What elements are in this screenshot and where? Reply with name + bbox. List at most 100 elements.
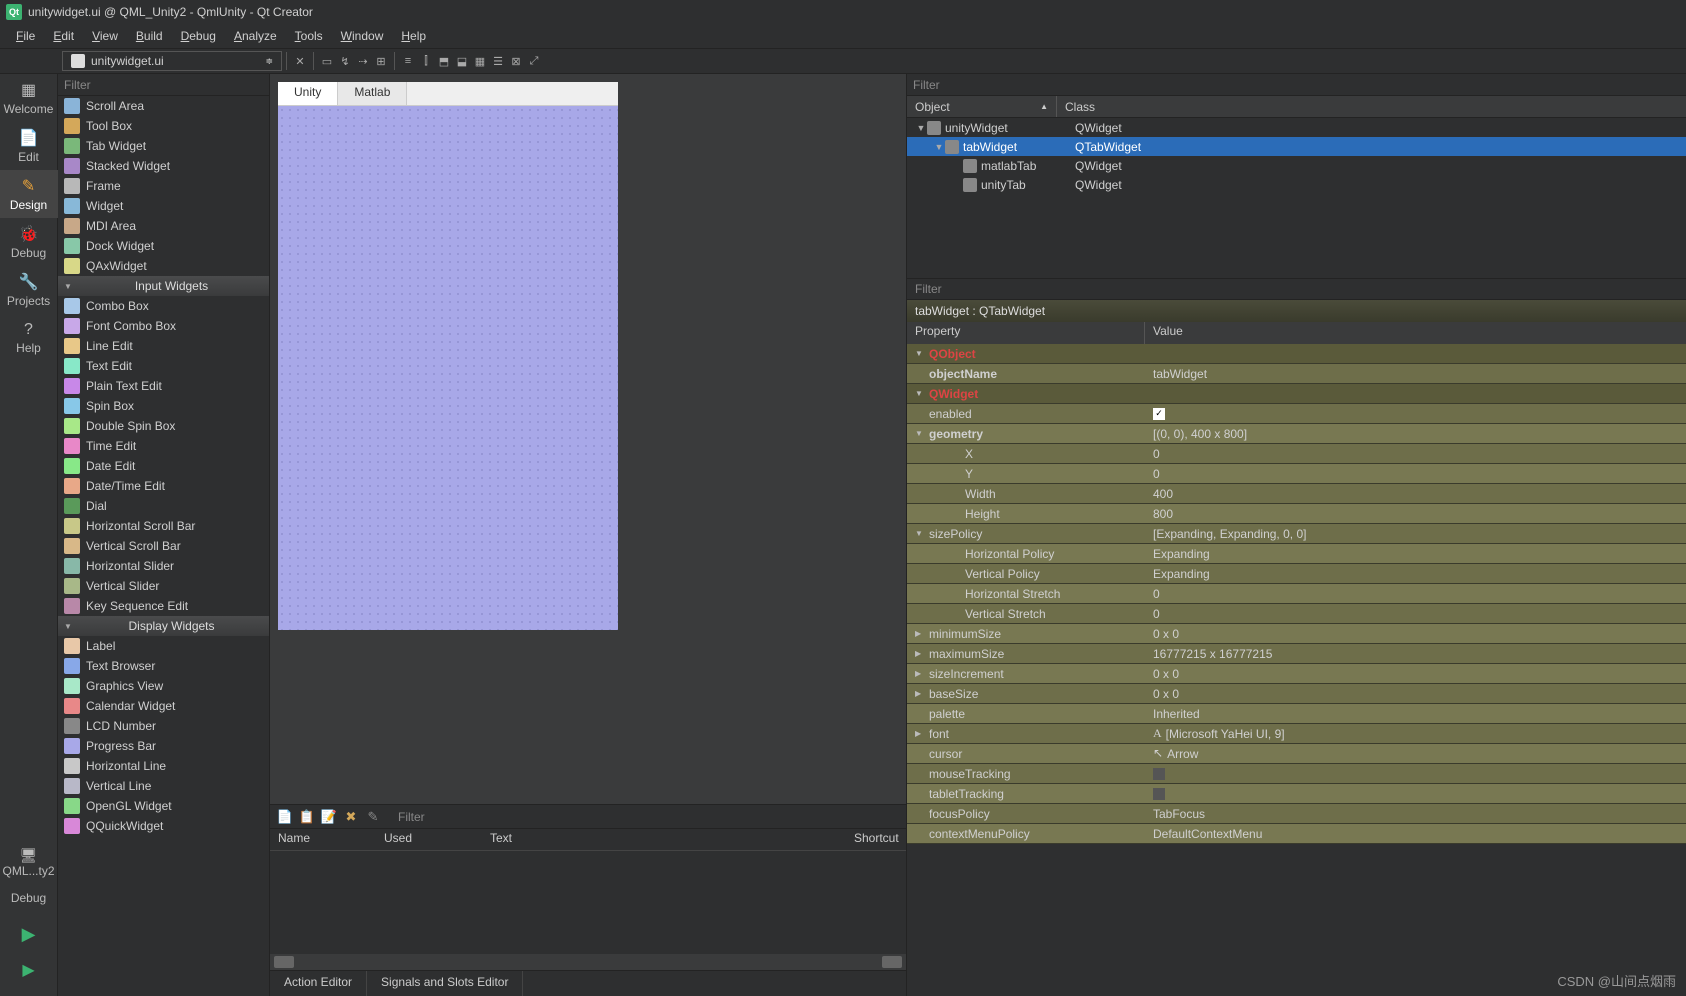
menu-window[interactable]: Window <box>333 26 392 46</box>
object-tree[interactable]: ▼unityWidgetQWidget▼tabWidgetQTabWidgetm… <box>907 118 1686 278</box>
widgetbox-category[interactable]: Display Widgets <box>58 616 269 636</box>
menu-edit[interactable]: Edit <box>45 26 82 46</box>
widgetbox-item[interactable]: Plain Text Edit <box>58 376 269 396</box>
signals-col[interactable]: Used <box>376 829 482 850</box>
widgetbox-item[interactable]: Graphics View <box>58 676 269 696</box>
edit-widgets-icon[interactable]: ▭ <box>318 52 336 70</box>
widgetbox-item[interactable]: Stacked Widget <box>58 156 269 176</box>
property-row[interactable]: cursor↖ Arrow <box>907 744 1686 764</box>
paste-action-icon[interactable]: 📝 <box>320 808 338 826</box>
widgetbox-item[interactable]: Text Edit <box>58 356 269 376</box>
widgetbox-item[interactable]: Double Spin Box <box>58 416 269 436</box>
menu-file[interactable]: File <box>8 26 43 46</box>
property-row[interactable]: Y0 <box>907 464 1686 484</box>
build-mode[interactable]: Debug <box>11 880 46 916</box>
widgetbox-item[interactable]: Vertical Line <box>58 776 269 796</box>
layout-form-icon[interactable]: ☰ <box>489 52 507 70</box>
widgetbox-item[interactable]: Widget <box>58 196 269 216</box>
property-row[interactable]: Vertical PolicyExpanding <box>907 564 1686 584</box>
property-row[interactable]: enabled✓ <box>907 404 1686 424</box>
edit-buddies-icon[interactable]: ⇢ <box>354 52 372 70</box>
break-layout-icon[interactable]: ⊠ <box>507 52 525 70</box>
sidebar-projects[interactable]: 🔧Projects <box>0 266 58 314</box>
widgetbox-item[interactable]: Key Sequence Edit <box>58 596 269 616</box>
widgetbox-item[interactable]: Horizontal Scroll Bar <box>58 516 269 536</box>
property-row[interactable]: contextMenuPolicyDefaultContextMenu <box>907 824 1686 844</box>
copy-action-icon[interactable]: 📋 <box>298 808 316 826</box>
property-row[interactable]: X0 <box>907 444 1686 464</box>
object-tree-row[interactable]: unityTabQWidget <box>907 175 1686 194</box>
kit-selector[interactable]: 🖥 QML...ty2 <box>2 844 54 880</box>
obj-header-class[interactable]: Class <box>1057 96 1103 117</box>
widgetbox-item[interactable]: Calendar Widget <box>58 696 269 716</box>
widgetbox-item[interactable]: Time Edit <box>58 436 269 456</box>
widgetbox-item[interactable]: Label <box>58 636 269 656</box>
edit-signals-icon[interactable]: ↯ <box>336 52 354 70</box>
signals-col[interactable]: Shortcut <box>846 829 906 850</box>
property-row[interactable]: ▼sizePolicy[Expanding, Expanding, 0, 0] <box>907 524 1686 544</box>
close-file-button[interactable]: ✕ <box>291 52 309 70</box>
sidebar-design[interactable]: ✎Design <box>0 170 58 218</box>
tab-signals-editor[interactable]: Signals and Slots Editor <box>367 971 523 996</box>
layout-vsplit-icon[interactable]: ⬓ <box>453 52 471 70</box>
property-row[interactable]: Vertical Stretch0 <box>907 604 1686 624</box>
sidebar-debug[interactable]: 🐞Debug <box>0 218 58 266</box>
widgetbox-category[interactable]: Input Widgets <box>58 276 269 296</box>
property-row[interactable]: ▼QWidget <box>907 384 1686 404</box>
menu-view[interactable]: View <box>84 26 126 46</box>
action-table[interactable] <box>270 850 906 970</box>
signals-col[interactable]: Text <box>482 829 588 850</box>
widgetbox-item[interactable]: Dial <box>58 496 269 516</box>
tab-action-editor[interactable]: Action Editor <box>270 971 367 996</box>
widgetbox-item[interactable]: Scroll Area <box>58 96 269 116</box>
widgetbox-item[interactable]: QQuickWidget <box>58 816 269 836</box>
hscrollbar[interactable] <box>270 954 906 970</box>
adjust-size-icon[interactable]: ⤢ <box>525 52 543 70</box>
property-row[interactable]: ▼QObject <box>907 344 1686 364</box>
widgetbox-item[interactable]: Progress Bar <box>58 736 269 756</box>
object-tree-row[interactable]: ▼tabWidgetQTabWidget <box>907 137 1686 156</box>
object-filter[interactable]: Filter <box>913 78 940 92</box>
widgetbox-item[interactable]: Horizontal Slider <box>58 556 269 576</box>
run-button[interactable]: ▶ <box>22 916 36 952</box>
property-row[interactable]: ▶maximumSize16777215 x 16777215 <box>907 644 1686 664</box>
property-row[interactable]: ▶minimumSize0 x 0 <box>907 624 1686 644</box>
widgetbox-item[interactable]: Combo Box <box>58 296 269 316</box>
new-action-icon[interactable]: 📄 <box>276 808 294 826</box>
tab-unity[interactable]: Unity <box>278 82 338 105</box>
prop-header-property[interactable]: Property <box>907 322 1145 344</box>
form-body[interactable] <box>278 106 618 630</box>
signals-col[interactable]: Name <box>270 829 376 850</box>
widgetbox-item[interactable]: Vertical Slider <box>58 576 269 596</box>
object-tree-row[interactable]: matlabTabQWidget <box>907 156 1686 175</box>
sidebar-help[interactable]: ?Help <box>0 314 58 362</box>
widgetbox-item[interactable]: Line Edit <box>58 336 269 356</box>
open-file-dropdown[interactable]: unitywidget.ui ≑ <box>62 51 282 71</box>
form-preview[interactable]: Unity Matlab <box>278 82 618 630</box>
menu-analyze[interactable]: Analyze <box>226 26 285 46</box>
property-row[interactable]: focusPolicyTabFocus <box>907 804 1686 824</box>
property-editor[interactable]: ▼QObjectobjectNametabWidget▼QWidgetenabl… <box>907 344 1686 996</box>
tab-matlab[interactable]: Matlab <box>338 82 407 105</box>
sidebar-welcome[interactable]: ▦Welcome <box>0 74 58 122</box>
widgetbox-item[interactable]: Date/Time Edit <box>58 476 269 496</box>
widgetbox-item[interactable]: Horizontal Line <box>58 756 269 776</box>
layout-grid-icon[interactable]: ▦ <box>471 52 489 70</box>
property-row[interactable]: Width400 <box>907 484 1686 504</box>
widgetbox-item[interactable]: Tab Widget <box>58 136 269 156</box>
property-row[interactable]: ▶baseSize0 x 0 <box>907 684 1686 704</box>
edit-taborder-icon[interactable]: ⊞ <box>372 52 390 70</box>
delete-action-icon[interactable]: ✖ <box>342 808 360 826</box>
widgetbox-item[interactable]: Dock Widget <box>58 236 269 256</box>
property-row[interactable]: Horizontal Stretch0 <box>907 584 1686 604</box>
widgetbox-item[interactable]: MDI Area <box>58 216 269 236</box>
action-filter[interactable]: Filter <box>386 810 900 824</box>
form-designer[interactable]: Unity Matlab <box>270 74 906 804</box>
layout-v-icon[interactable]: ⫿ <box>417 52 435 70</box>
object-tree-row[interactable]: ▼unityWidgetQWidget <box>907 118 1686 137</box>
run-debug-button[interactable]: ▶ <box>22 952 34 988</box>
widgetbox-item[interactable]: Text Browser <box>58 656 269 676</box>
widgetbox-item[interactable]: Date Edit <box>58 456 269 476</box>
widgetbox-item[interactable]: Frame <box>58 176 269 196</box>
menu-debug[interactable]: Debug <box>173 26 224 46</box>
